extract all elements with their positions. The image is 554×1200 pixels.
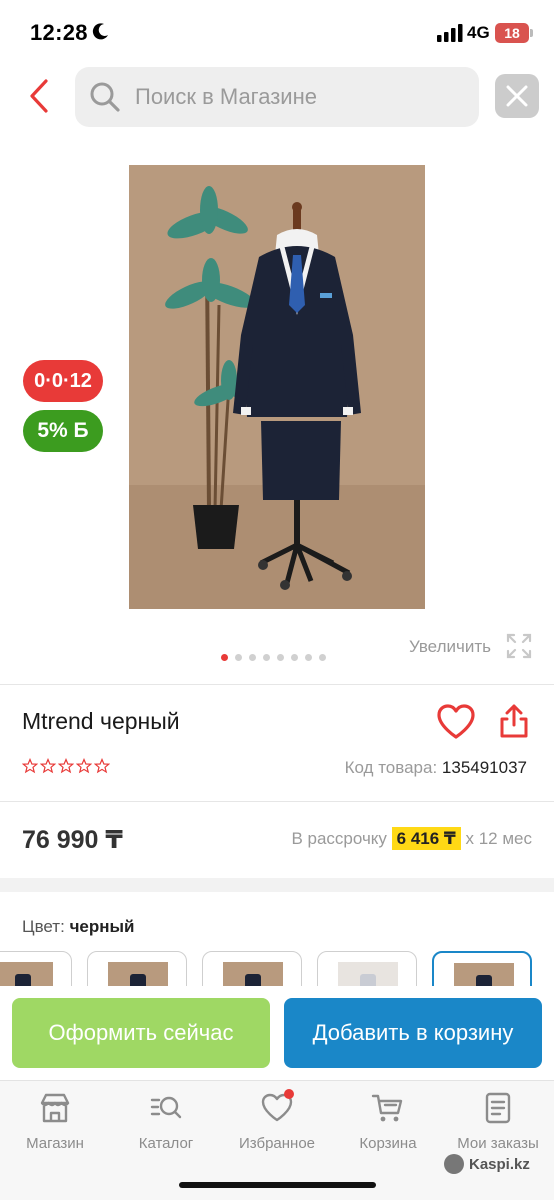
expand-icon[interactable] — [505, 632, 533, 660]
checkout-button[interactable]: Оформить сейчас — [12, 998, 270, 1068]
product-code: Код товара: 135491037 — [345, 758, 527, 778]
nav-label: Избранное — [238, 1135, 316, 1152]
image-pager — [221, 654, 326, 662]
nav-label: Каталог — [138, 1135, 194, 1152]
moon-icon — [92, 23, 108, 40]
star-outline-icon — [40, 758, 56, 774]
installment-amount: 6 416 ₸ — [391, 827, 461, 850]
shop-icon — [40, 1093, 70, 1123]
product-title: Mtrend черный — [22, 708, 180, 734]
action-bar: Оформить сейчас Добавить в корзину — [0, 986, 554, 1080]
home-indicator[interactable] — [179, 1182, 376, 1188]
cart-icon — [371, 1094, 403, 1122]
product-code-value: 135491037 — [441, 758, 527, 777]
status-time: 12:28 — [30, 20, 88, 45]
close-icon — [506, 85, 528, 107]
bonus-badge: 5% Б — [23, 410, 103, 452]
suit-on-mannequin-illustration — [129, 165, 425, 609]
pager-dot[interactable] — [235, 654, 242, 661]
kaspi-watermark-text: Kaspi.kz — [469, 1155, 530, 1173]
back-button[interactable] — [24, 78, 56, 114]
color-value: черный — [69, 917, 135, 936]
catalog-search-icon — [150, 1096, 182, 1119]
divider — [0, 801, 554, 802]
color-swatch[interactable] — [87, 951, 187, 991]
zoom-label[interactable]: Увеличить — [409, 637, 491, 657]
kaspi-watermark: Kaspi.kz — [444, 1153, 530, 1175]
status-bar: 12:28 4G 18 — [0, 0, 554, 64]
search-placeholder: Поиск в Магазине — [135, 84, 317, 109]
signal-icon — [437, 24, 463, 42]
nav-item-catalog[interactable]: Каталог — [111, 1091, 221, 1161]
add-to-cart-button[interactable]: Добавить в корзину — [284, 998, 542, 1068]
nav-label: Корзина — [359, 1135, 417, 1152]
star-outline-icon — [58, 758, 74, 774]
color-swatch-selected[interactable] — [432, 951, 532, 991]
nav-label: Магазин — [26, 1135, 84, 1152]
color-swatches — [0, 951, 554, 991]
pager-dot[interactable] — [319, 654, 326, 661]
star-outline-icon — [94, 758, 110, 774]
product-image[interactable] — [129, 165, 425, 609]
color-label: Цвет: — [22, 917, 65, 936]
favorite-heart-icon[interactable] — [436, 703, 476, 741]
search-input[interactable]: Поиск в Магазине — [75, 67, 479, 127]
notification-dot — [284, 1089, 294, 1099]
color-swatch[interactable] — [0, 951, 72, 991]
search-icon — [90, 82, 120, 112]
installment-prefix: В рассрочку — [291, 829, 387, 848]
rating-stars[interactable] — [22, 758, 110, 774]
share-icon[interactable] — [498, 703, 530, 739]
nav-label: Мои заказы — [457, 1135, 539, 1152]
color-swatch-unavailable[interactable] — [317, 951, 417, 991]
installment-badge: 0·0·12 — [23, 360, 103, 402]
pager-dot[interactable] — [263, 654, 270, 661]
section-separator — [0, 878, 554, 892]
installment-info[interactable]: В рассрочку 6 416 ₸ x 12 мес — [291, 827, 533, 850]
pager-dot[interactable] — [305, 654, 312, 661]
star-outline-icon — [22, 758, 38, 774]
nav-item-orders[interactable]: Мои заказы — [443, 1091, 553, 1161]
network-type: 4G — [467, 23, 490, 42]
product-code-label: Код товара: — [344, 758, 438, 777]
pager-dot[interactable] — [291, 654, 298, 661]
close-button[interactable] — [495, 74, 539, 118]
star-outline-icon — [76, 758, 92, 774]
color-selector-label: Цвет: черный — [22, 917, 135, 937]
product-price: 76 990 ₸ — [22, 826, 123, 854]
divider — [0, 684, 554, 685]
nav-item-favorites[interactable]: Избранное — [222, 1089, 332, 1161]
pager-dot[interactable] — [249, 654, 256, 661]
color-swatch[interactable] — [202, 951, 302, 991]
installment-suffix: x 12 мес — [465, 829, 533, 848]
kaspi-logo-icon — [444, 1154, 464, 1174]
nav-item-cart[interactable]: Корзина — [333, 1091, 443, 1161]
battery-indicator: 18 — [495, 23, 533, 43]
nav-item-shop[interactable]: Магазин — [0, 1091, 110, 1161]
pager-dot[interactable] — [277, 654, 284, 661]
orders-icon — [485, 1092, 511, 1124]
pager-dot[interactable] — [221, 654, 228, 661]
